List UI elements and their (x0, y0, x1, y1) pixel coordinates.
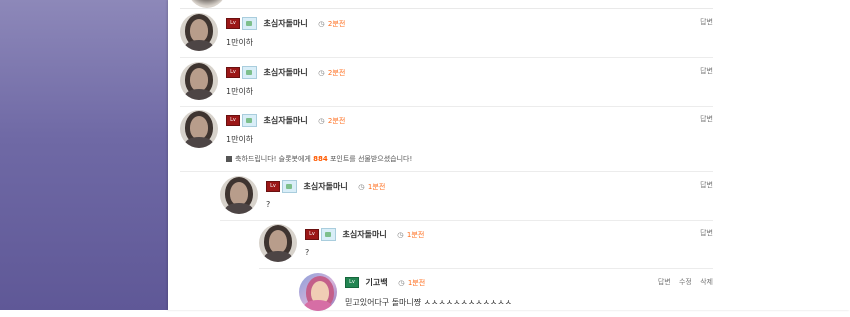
clock-icon: ◷ (318, 19, 325, 28)
comment-text: 1만이하 (226, 87, 254, 96)
author-name[interactable]: 초심자돌마니 (304, 182, 348, 191)
comment-time: 2분전 (327, 68, 346, 77)
level-badge-icon: Lv (305, 229, 319, 240)
reply-button[interactable]: 답변 (658, 278, 671, 286)
avatar[interactable] (299, 273, 337, 311)
avatar[interactable] (220, 176, 258, 214)
author-name[interactable]: 초심자돌마니 (264, 68, 308, 77)
comment-text: 믿고있어다구 돌마니쨩 ㅅㅅㅅㅅㅅㅅㅅㅅㅅㅅㅅㅅ (345, 298, 513, 307)
mini-profile-icon (321, 228, 336, 241)
clock-icon: ◷ (398, 278, 405, 287)
comment-header: Lv 초심자돌마니 ◷ 1분전 (266, 180, 386, 193)
author-name[interactable]: 초심자돌마니 (264, 19, 308, 28)
level-badge-icon: Lv (226, 115, 240, 126)
comment-actions: 답변 (694, 66, 713, 76)
reply-item: Lv 초심자돌마니 ◷ 1분전 답변 ? (259, 220, 713, 269)
comment-text: ? (305, 248, 310, 257)
comment-time: 1분전 (367, 182, 386, 191)
author-name[interactable]: 초심자돌마니 (264, 116, 308, 125)
mini-profile-icon (242, 66, 257, 79)
comment-time: 1분전 (406, 230, 425, 239)
level-badge-icon: Lv (226, 18, 240, 29)
mini-profile-icon (242, 17, 257, 30)
level-badge-icon: Lv (345, 277, 359, 288)
author-name[interactable]: 초심자돌마니 (343, 230, 387, 239)
comment-actions: 답변 (694, 228, 713, 238)
left-background (0, 0, 168, 310)
comment-item: Lv 초심자돌마니 ◷ 2분전 답변 1만이하 축하드립니다! 슬롯봇에게 88… (180, 106, 713, 172)
level-badge-icon: Lv (226, 67, 240, 78)
comment-time: 2분전 (327, 116, 346, 125)
reply-button[interactable]: 답변 (700, 229, 713, 237)
author-name[interactable]: 기고백 (366, 278, 388, 287)
comment-header: Lv 기고백 ◷ 1분전 (345, 277, 426, 288)
notice-before: 축하드립니다! 슬롯봇에게 (235, 155, 311, 163)
reply-button[interactable]: 답변 (700, 67, 713, 75)
reply-button[interactable]: 답변 (700, 181, 713, 189)
comment-actions: 답변 (694, 17, 713, 27)
mini-profile-icon (242, 114, 257, 127)
comment-time: 2분전 (327, 19, 346, 28)
previous-comment-separator (180, 0, 713, 9)
edit-button[interactable]: 수정 (679, 278, 692, 286)
reply-button[interactable]: 답변 (700, 115, 713, 123)
point-gift-notice: 축하드립니다! 슬롯봇에게 884 포인트를 선물받으셨습니다! (226, 154, 412, 164)
clock-icon: ◷ (397, 230, 404, 239)
mini-profile-icon (282, 180, 297, 193)
reply-button[interactable]: 답변 (700, 18, 713, 26)
level-badge-icon: Lv (266, 181, 280, 192)
comment-text: ? (266, 200, 271, 209)
comment-header: Lv 초심자돌마니 ◷ 2분전 (226, 17, 346, 30)
avatar[interactable] (180, 13, 218, 51)
comment-text: 1만이하 (226, 38, 254, 47)
point-amount: 884 (313, 155, 328, 163)
comment-actions: 답변 (694, 114, 713, 124)
comment-header: Lv 초심자돌마니 ◷ 2분전 (226, 66, 346, 79)
delete-button[interactable]: 삭제 (700, 278, 713, 286)
avatar[interactable] (180, 62, 218, 100)
notice-after: 포인트를 선물받으셨습니다! (329, 155, 413, 163)
comment-item: Lv 초심자돌마니 ◷ 2분전 답변 1만이하 (180, 9, 713, 58)
reply-item: Lv 초심자돌마니 ◷ 1분전 답변 ? (220, 172, 713, 221)
clock-icon: ◷ (358, 182, 365, 191)
comment-text: 1만이하 (226, 135, 254, 144)
avatar[interactable] (180, 110, 218, 148)
comment-header: Lv 초심자돌마니 ◷ 1분전 (305, 228, 425, 241)
clock-icon: ◷ (318, 68, 325, 77)
comment-header: Lv 초심자돌마니 ◷ 2분전 (226, 114, 346, 127)
gift-icon (226, 156, 232, 162)
clock-icon: ◷ (318, 116, 325, 125)
comment-actions: 답변 (694, 180, 713, 190)
avatar[interactable] (259, 224, 297, 262)
comment-actions: 답변 수정 삭제 (652, 277, 713, 287)
comment-time: 1분전 (407, 278, 426, 287)
comment-item: Lv 초심자돌마니 ◷ 2분전 답변 1만이하 (180, 58, 713, 107)
